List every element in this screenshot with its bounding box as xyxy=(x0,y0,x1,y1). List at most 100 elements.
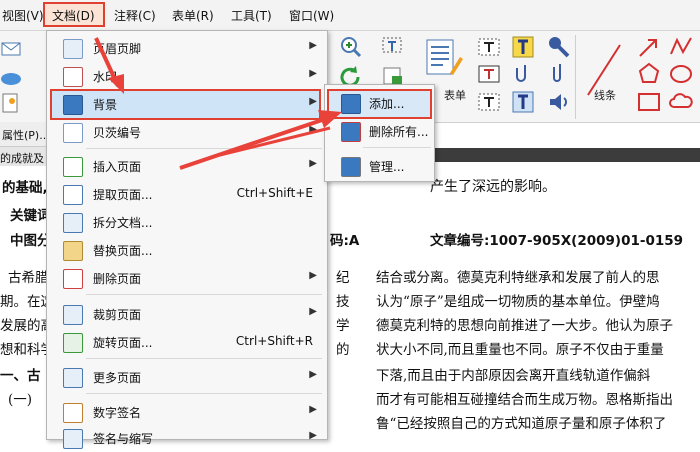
doc-line: (一) xyxy=(8,392,33,408)
menu-separator xyxy=(86,294,322,295)
menu-item-sign-initials[interactable]: 签名与缩写 ▶ xyxy=(47,424,325,452)
doc-line: 下落,而且由于内部原因会离开直线轨道作偏斜 xyxy=(376,368,651,384)
menu-item-extract-page[interactable]: 提取页面... Ctrl+Shift+E xyxy=(47,180,325,208)
digital-signature-icon xyxy=(63,403,83,423)
doc-line: 认为“原子”是组成一切物质的基本单位。伊壁鸠 xyxy=(376,294,660,310)
polyline-icon[interactable] xyxy=(668,34,694,60)
doc-line: 而才有可能相互碰撞结合而生成万物。恩格斯指出 xyxy=(376,392,673,408)
crop-page-menu-icon xyxy=(63,305,83,325)
attachment-icon[interactable] xyxy=(510,61,536,87)
header-footer-icon xyxy=(63,39,83,59)
text-tool-icon[interactable] xyxy=(510,89,536,115)
doc-line: 鲁“已经按照自己的方式知道原子量和原子体积了 xyxy=(376,416,667,432)
text-box-icon[interactable] xyxy=(476,61,502,87)
sign-initials-icon xyxy=(63,429,83,449)
remove-background-icon xyxy=(341,122,361,142)
submenu-item-add[interactable]: 添加... xyxy=(325,89,434,117)
doc-line: 一、古 xyxy=(0,368,41,384)
doc-line: 关键词 xyxy=(10,208,51,224)
menu-item-label: 水印 xyxy=(93,70,118,84)
menu-item-label: 页眉页脚 xyxy=(93,42,142,56)
menu-item-more-pages[interactable]: 更多页面 ▶ xyxy=(47,363,325,391)
properties-label[interactable]: 属性(P)... xyxy=(2,127,50,143)
submenu-arrow-icon: ▶ xyxy=(309,430,317,441)
paperclip-icon[interactable] xyxy=(546,61,572,87)
submenu-item-label: 删除所有... xyxy=(369,125,429,139)
replace-page-icon xyxy=(63,241,83,261)
document-tab-label: 的成就及 xyxy=(0,152,44,165)
menu-item-split-document[interactable]: 拆分文档... xyxy=(47,208,325,236)
menu-item-watermark[interactable]: 水印 ▶ xyxy=(47,62,325,90)
page-icon[interactable] xyxy=(0,91,26,117)
menu-item-label: 删除页面 xyxy=(93,272,142,286)
submenu-arrow-icon: ▶ xyxy=(309,40,317,51)
background-submenu-items: 添加... 删除所有... 管理... xyxy=(325,85,434,181)
menu-item-insert-page[interactable]: 插入页面 ▶ xyxy=(47,152,325,180)
menu-item-digital-signature[interactable]: 数字签名 ▶ xyxy=(47,398,325,426)
menu-item-label: 更多页面 xyxy=(93,371,142,385)
menu-item-background[interactable]: 背景 ▶ xyxy=(47,90,325,118)
doc-line: 的 xyxy=(336,342,350,358)
cloud-icon[interactable] xyxy=(0,64,26,90)
rotate-page-icon xyxy=(63,333,83,353)
dark-divider xyxy=(430,148,700,162)
polygon-icon[interactable] xyxy=(636,61,662,87)
extract-page-icon xyxy=(63,185,83,205)
doc-line: 状大小不同,而且重量也不同。原子不仅由于重量 xyxy=(376,342,664,358)
background-icon xyxy=(63,95,83,115)
menu-item-bates-number[interactable]: 贝茨编号 ▶ xyxy=(47,118,325,146)
menu-separator xyxy=(86,358,322,359)
bates-number-icon xyxy=(63,123,83,143)
ellipse-icon[interactable] xyxy=(668,61,694,87)
delete-page-icon xyxy=(63,269,83,289)
menu-item-rotate-page[interactable]: 旋转页面... Ctrl+Shift+R xyxy=(47,328,325,356)
menu-form[interactable]: 表单(R) xyxy=(172,7,214,24)
arrow-tool-icon[interactable] xyxy=(636,34,662,60)
menu-view[interactable]: 视图(V) xyxy=(2,7,44,24)
submenu-item-label: 管理... xyxy=(369,160,405,174)
cloud-shape-icon[interactable] xyxy=(668,89,694,115)
submenu-item-remove-all[interactable]: 删除所有... xyxy=(325,117,434,145)
menu-separator xyxy=(363,147,431,148)
watermark-icon xyxy=(63,67,83,87)
menu-item-header-footer[interactable]: 页眉页脚 ▶ xyxy=(47,34,325,62)
form-icon[interactable] xyxy=(424,37,464,81)
text-field-icon[interactable] xyxy=(476,34,502,60)
submenu-item-manage[interactable]: 管理... xyxy=(325,152,434,180)
stamp-icon[interactable] xyxy=(546,34,572,60)
submenu-arrow-icon: ▶ xyxy=(309,270,317,281)
menu-window[interactable]: 窗口(W) xyxy=(289,7,334,24)
menu-comment[interactable]: 注释(C) xyxy=(114,7,156,24)
callout-icon[interactable] xyxy=(476,89,502,115)
menu-item-label: 背景 xyxy=(93,98,118,112)
doc-line: 中图分 xyxy=(10,233,51,249)
menu-tools[interactable]: 工具(T) xyxy=(231,7,272,24)
email-icon[interactable] xyxy=(0,36,26,62)
select-text-icon[interactable] xyxy=(380,34,406,60)
doc-line: 产生了深远的影响。 xyxy=(430,179,556,195)
manage-background-icon xyxy=(341,157,361,177)
rectangle-icon[interactable] xyxy=(636,89,662,115)
menu-item-label: 签名与缩写 xyxy=(93,432,154,446)
menu-item-label: 拆分文档... xyxy=(93,216,153,230)
doc-line: 学 xyxy=(336,318,350,334)
doc-line: 文章编号:1007-905X(2009)01-0159 xyxy=(430,233,684,249)
doc-line: 结合或分离。德莫克利特继承和发展了前人的思 xyxy=(376,270,660,286)
add-background-icon xyxy=(341,94,361,114)
menu-item-delete-page[interactable]: 删除页面 ▶ xyxy=(47,264,325,292)
menu-item-label: 替换页面... xyxy=(93,244,153,258)
toolbar-divider xyxy=(575,35,576,119)
doc-line: 码:A xyxy=(330,233,360,249)
doc-line: 古希腊 xyxy=(8,270,49,286)
submenu-arrow-icon: ▶ xyxy=(309,68,317,79)
typewriter-icon[interactable] xyxy=(510,34,536,60)
menu-item-replace-page[interactable]: 替换页面... xyxy=(47,236,325,264)
doc-line: 技 xyxy=(336,294,350,310)
menu-document[interactable]: 文档(D) xyxy=(52,7,95,24)
zoom-in-icon[interactable] xyxy=(338,34,364,60)
sound-icon[interactable] xyxy=(546,89,572,115)
menu-separator xyxy=(86,148,322,149)
menu-item-label: 裁剪页面 xyxy=(93,308,142,322)
menu-item-crop-page[interactable]: 裁剪页面 ▶ xyxy=(47,300,325,328)
form-label: 表单 xyxy=(444,89,466,102)
